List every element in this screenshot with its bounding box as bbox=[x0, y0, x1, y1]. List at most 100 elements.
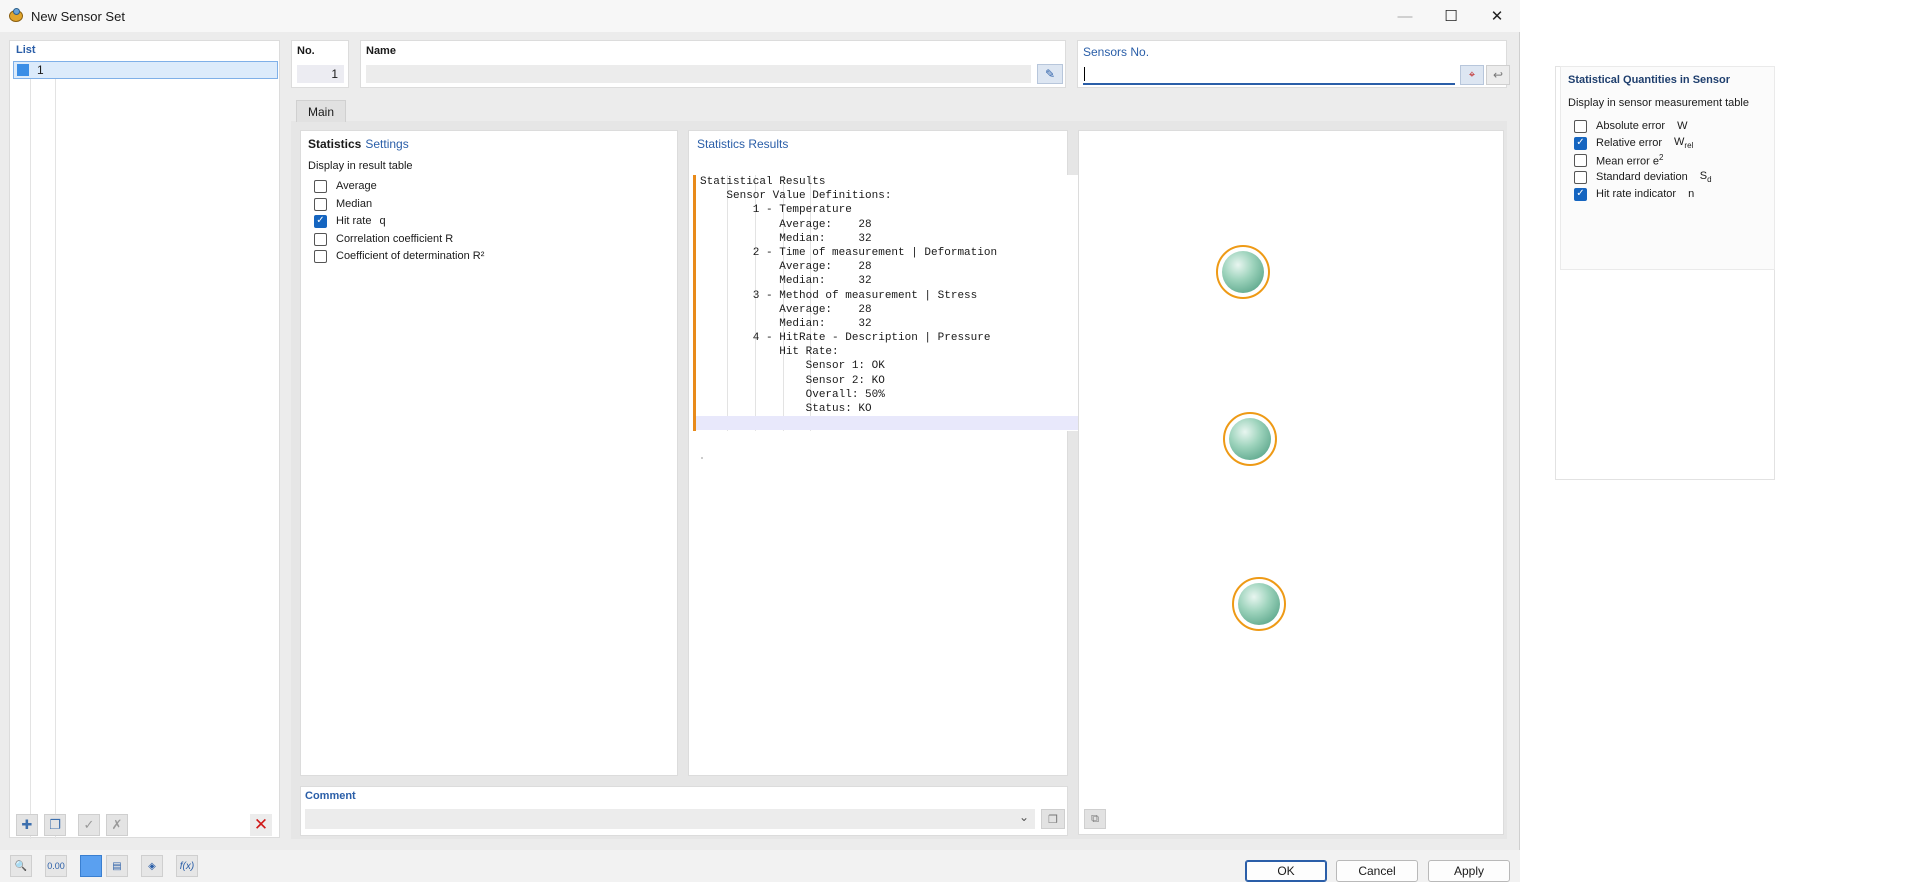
statistics-option[interactable]: ✓ Hit rate q bbox=[314, 212, 386, 230]
sensor-quantity-option[interactable]: ✓ Hit rate indicator n bbox=[1574, 185, 1694, 203]
results-code-editor[interactable]: Statistical Results Sensor Value Definit… bbox=[693, 175, 1109, 431]
statistics-option[interactable]: Average bbox=[314, 177, 377, 195]
code-line bbox=[696, 416, 1109, 431]
color-swatch-icon bbox=[17, 64, 29, 76]
checkbox[interactable] bbox=[1574, 170, 1587, 184]
code-line: Average: 28 bbox=[700, 218, 872, 231]
comment-copy-icon[interactable]: ❐ bbox=[1041, 809, 1065, 829]
statistical-quantities-panel: Statistical Quantities in Sensor Display… bbox=[1560, 66, 1775, 270]
code-line: Sensor 2: KO bbox=[700, 374, 885, 387]
comment-group: Comment ⌄ ❐ bbox=[300, 786, 1068, 836]
uncheck-all-icon[interactable]: ✗ bbox=[106, 814, 128, 836]
delete-icon[interactable]: ✕ bbox=[250, 814, 272, 836]
undo-selection-icon[interactable]: ↩ bbox=[1486, 65, 1510, 85]
checkbox[interactable] bbox=[314, 232, 327, 246]
code-line: Median: 32 bbox=[700, 232, 872, 245]
view-icon[interactable]: ◈ bbox=[141, 855, 163, 877]
title-bar: New Sensor Set — ☐ ✕ bbox=[0, 0, 1520, 32]
units-icon[interactable]: 0.00 bbox=[45, 855, 67, 877]
checkbox[interactable]: ✓ bbox=[1574, 187, 1587, 201]
statistics-option[interactable]: Correlation coefficient R bbox=[314, 230, 453, 248]
name-label: Name bbox=[366, 45, 396, 57]
list-item[interactable]: 1 bbox=[13, 61, 278, 79]
settings-link[interactable]: Settings bbox=[365, 137, 408, 151]
sensor-quantity-label: Relative error bbox=[1596, 137, 1663, 149]
sensor-quantity-label: Hit rate indicator bbox=[1596, 188, 1677, 200]
edit-name-icon[interactable]: ✎ bbox=[1037, 64, 1063, 84]
statistics-option[interactable]: Median bbox=[314, 195, 372, 213]
checkbox[interactable] bbox=[314, 179, 327, 193]
sensor-quantity-label: Absolute error bbox=[1596, 120, 1666, 132]
checkbox[interactable]: ✓ bbox=[314, 214, 327, 228]
apply-button[interactable]: Apply bbox=[1428, 860, 1510, 882]
function-icon[interactable]: f(x) bbox=[176, 855, 198, 877]
statistics-option-symbol: q bbox=[379, 215, 386, 227]
code-line: Average: 28 bbox=[700, 303, 872, 316]
code-line: Status: KO bbox=[700, 403, 872, 415]
checkbox[interactable]: ✓ bbox=[1574, 136, 1587, 150]
code-line: 4 - HitRate - Description | Pressure bbox=[700, 332, 991, 345]
sensors-input[interactable] bbox=[1083, 65, 1455, 85]
cancel-button[interactable]: Cancel bbox=[1336, 860, 1418, 882]
graphic-options-icon[interactable]: ⧉ bbox=[1084, 809, 1106, 829]
list-toolbar: ✚ ❐ ✓ ✗ ✕ bbox=[8, 814, 283, 840]
display-properties-icon[interactable]: ▤ bbox=[106, 855, 128, 877]
list-label: List bbox=[16, 44, 36, 56]
minimize-button[interactable]: — bbox=[1382, 0, 1428, 32]
statistics-settings-panel: Statistics Settings Display in result tab… bbox=[300, 130, 678, 776]
name-input[interactable] bbox=[366, 65, 1031, 83]
check-all-icon[interactable]: ✓ bbox=[78, 814, 100, 836]
checkbox[interactable] bbox=[1574, 119, 1587, 133]
sensor-quantity-option[interactable]: Mean error e2 bbox=[1574, 151, 1663, 169]
comment-label: Comment bbox=[305, 790, 356, 802]
number-label: No. bbox=[297, 45, 315, 57]
list-panel: List 1 bbox=[9, 40, 280, 839]
sensor-quantity-option[interactable]: Standard deviation Sd bbox=[1574, 168, 1712, 186]
number-input[interactable]: 1 bbox=[297, 65, 344, 83]
sensor-3-icon[interactable] bbox=[1232, 577, 1286, 631]
statistics-subtitle: Display in result table bbox=[308, 160, 413, 172]
sensor-quantity-symbol: Sd bbox=[1699, 169, 1712, 185]
name-field-group: Name ✎ bbox=[360, 40, 1066, 88]
sensor-quantity-option[interactable]: Absolute error W bbox=[1574, 117, 1687, 135]
sensor-quantity-symbol: W bbox=[1677, 120, 1688, 132]
statistics-option-label: Average bbox=[336, 180, 377, 192]
side-panel-title: Statistical Quantities in Sensor bbox=[1568, 74, 1730, 86]
sensor-2-icon[interactable] bbox=[1223, 412, 1277, 466]
sensors-label: Sensors No. bbox=[1083, 45, 1150, 59]
statistics-heading: Statistics Settings bbox=[308, 137, 409, 151]
code-line: 1 - Temperature bbox=[700, 204, 852, 217]
sensor-quantity-label: Mean error e2 bbox=[1596, 152, 1664, 168]
maximize-button[interactable]: ☐ bbox=[1428, 0, 1474, 32]
checkbox[interactable] bbox=[314, 197, 327, 211]
ok-button[interactable]: OK bbox=[1245, 860, 1327, 882]
pick-sensor-icon[interactable]: ⌖ bbox=[1460, 65, 1484, 85]
sensor-1-icon[interactable] bbox=[1216, 245, 1270, 299]
checkbox[interactable] bbox=[314, 249, 327, 263]
search-icon[interactable]: 🔍 bbox=[10, 855, 32, 877]
results-heading: Statistics Results bbox=[697, 137, 789, 151]
chevron-down-icon[interactable]: ⌄ bbox=[1019, 810, 1029, 824]
copy-item-icon[interactable]: ❐ bbox=[44, 814, 66, 836]
code-line: Sensor Value Definitions: bbox=[700, 190, 892, 203]
sensor-quantity-option[interactable]: ✓ Relative error Wrel bbox=[1574, 134, 1693, 152]
statistics-option-label: Coefficient of determination R² bbox=[336, 250, 485, 262]
code-line: Median: 32 bbox=[700, 317, 872, 330]
comment-combobox[interactable]: ⌄ bbox=[305, 809, 1035, 829]
side-panel-subtitle: Display in sensor measurement table bbox=[1568, 97, 1749, 109]
sensors-field-group: Sensors No. ⌖ ↩ bbox=[1077, 40, 1510, 88]
dialog-window: New Sensor Set — ☐ ✕ List 1 ✚ ❐ ✓ ✗ ✕ No… bbox=[0, 0, 1520, 882]
sensor-quantity-symbol: n bbox=[1688, 188, 1695, 200]
graphic-preview-panel: ⧉ bbox=[1078, 130, 1504, 835]
checkbox[interactable] bbox=[1574, 153, 1587, 167]
tab-main[interactable]: Main bbox=[296, 100, 346, 122]
code-line: 3 - Method of measurement | Stress bbox=[700, 289, 978, 302]
close-button[interactable]: ✕ bbox=[1474, 0, 1520, 32]
statistics-results-panel: Statistics Results Statistical Results S… bbox=[688, 130, 1109, 776]
statistics-option[interactable]: Coefficient of determination R² bbox=[314, 247, 484, 265]
color-icon[interactable] bbox=[80, 855, 102, 877]
statistics-option-label: Correlation coefficient R bbox=[336, 233, 454, 245]
code-line: 2 - Time of measurement | Deformation bbox=[700, 246, 998, 259]
new-item-icon[interactable]: ✚ bbox=[16, 814, 38, 836]
code-line: Overall: 50% bbox=[700, 388, 885, 401]
